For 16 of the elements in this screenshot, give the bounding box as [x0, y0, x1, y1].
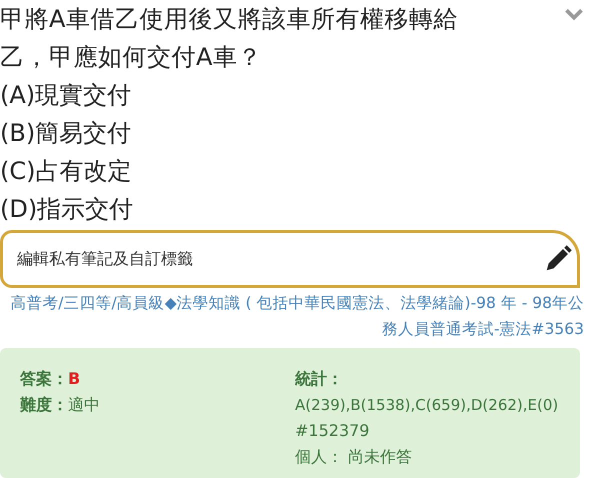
category-link[interactable]: 高普考/三四等/高員級◆法學知識 ( 包括中華民國憲法、法學緒論)-98 年 - 98年公務人員普通考試-憲法#3563	[0, 290, 584, 342]
answer-label: 答案：	[20, 368, 68, 390]
stats-id: #152379	[295, 420, 370, 442]
stats-label: 統計：	[295, 368, 344, 390]
personal-status: 個人： 尚未作答	[295, 446, 414, 468]
answer-value: B	[68, 368, 80, 390]
answer-option: (C)占有改定	[0, 152, 600, 190]
note-box[interactable]: 編輯私有筆記及自訂標籤	[0, 230, 580, 288]
difficulty-label: 難度：	[20, 394, 68, 416]
answer-option: (B)簡易交付	[0, 114, 600, 152]
stats-counts: A(239),B(1538),C(659),D(262),E(0)	[295, 395, 560, 416]
answer-option: (A)現實交付	[0, 76, 600, 114]
difficulty-value: 適中	[68, 394, 100, 416]
question-text: 甲將A車借乙使用後又將該車所有權移轉給乙，甲應如何交付A車？	[0, 4, 459, 73]
answer-option: (D)指示交付	[0, 190, 600, 228]
note-field[interactable]: 編輯私有筆記及自訂標籤	[17, 247, 497, 271]
